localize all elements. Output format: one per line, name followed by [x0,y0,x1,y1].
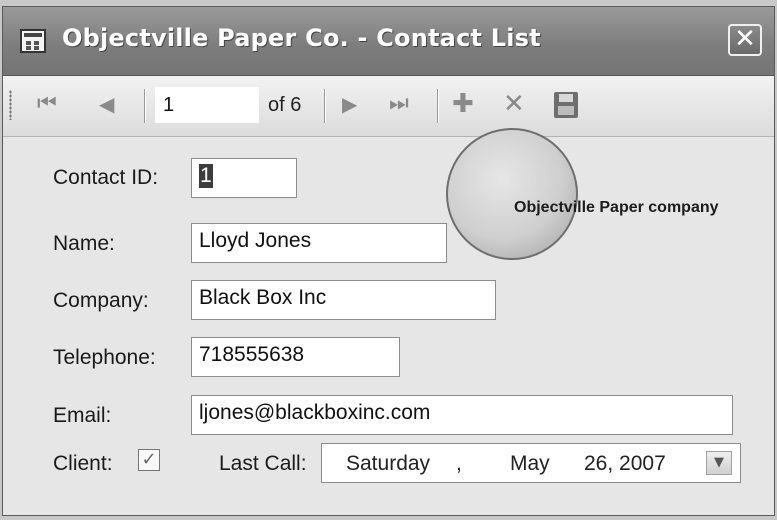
last-call-label: Last Call: [219,452,307,475]
date-separator: , [456,452,462,475]
email-field[interactable]: ljones@blackboxinc.com [191,395,733,435]
toolbar-separator [437,89,439,123]
move-last-icon[interactable]: ⏭ [389,91,409,116]
title-bar[interactable]: Objectville Paper Co. - Contact List ✕ [3,7,774,76]
contact-form: Objectville Paper company Contact ID: 1 … [3,128,774,515]
move-previous-icon[interactable]: ◀ [99,92,114,116]
logo-text: Objectville Paper company [514,199,719,216]
contact-list-window: Objectville Paper Co. - Contact List ✕ ⏮… [2,6,775,516]
delete-icon[interactable]: ✕ [503,89,525,119]
window-title: Objectville Paper Co. - Contact List [62,24,541,52]
move-first-icon[interactable]: ⏮ [37,91,57,116]
name-field[interactable]: Lloyd Jones [191,223,447,263]
client-checkbox[interactable]: ✓ [138,449,160,471]
telephone-field[interactable]: 718555638 [191,337,400,377]
app-form-icon [20,29,46,53]
date-month: May [510,452,550,475]
move-next-icon[interactable]: ▶ [342,92,357,116]
binding-navigator-toolbar: ⏮ ◀ of 6 ▶ ⏭ ✚ ✕ [3,76,774,137]
contact-id-label: Contact ID: [53,166,159,189]
company-logo-image [446,128,578,260]
contact-id-value: 1 [199,164,213,188]
toolbar-grip[interactable] [9,90,12,120]
company-label: Company: [53,289,149,312]
date-day-year: 26, 2007 [584,452,666,475]
date-weekday: Saturday [346,452,431,475]
contact-id-field[interactable]: 1 [191,158,297,198]
chevron-down-icon[interactable]: ▼ [706,451,732,475]
position-input[interactable] [155,87,259,123]
add-new-icon[interactable]: ✚ [452,89,474,119]
toolbar-separator [324,89,326,123]
save-icon[interactable] [554,92,578,118]
last-call-date-picker[interactable]: Saturday , May 26, 2007 ▼ [321,443,741,483]
email-label: Email: [53,404,112,427]
telephone-label: Telephone: [53,346,156,369]
record-count-label: of 6 [268,94,302,116]
name-label: Name: [53,232,115,255]
toolbar-separator [144,89,146,123]
company-field[interactable]: Black Box Inc [191,280,496,320]
client-label: Client: [53,452,113,475]
close-button[interactable]: ✕ [728,24,762,56]
